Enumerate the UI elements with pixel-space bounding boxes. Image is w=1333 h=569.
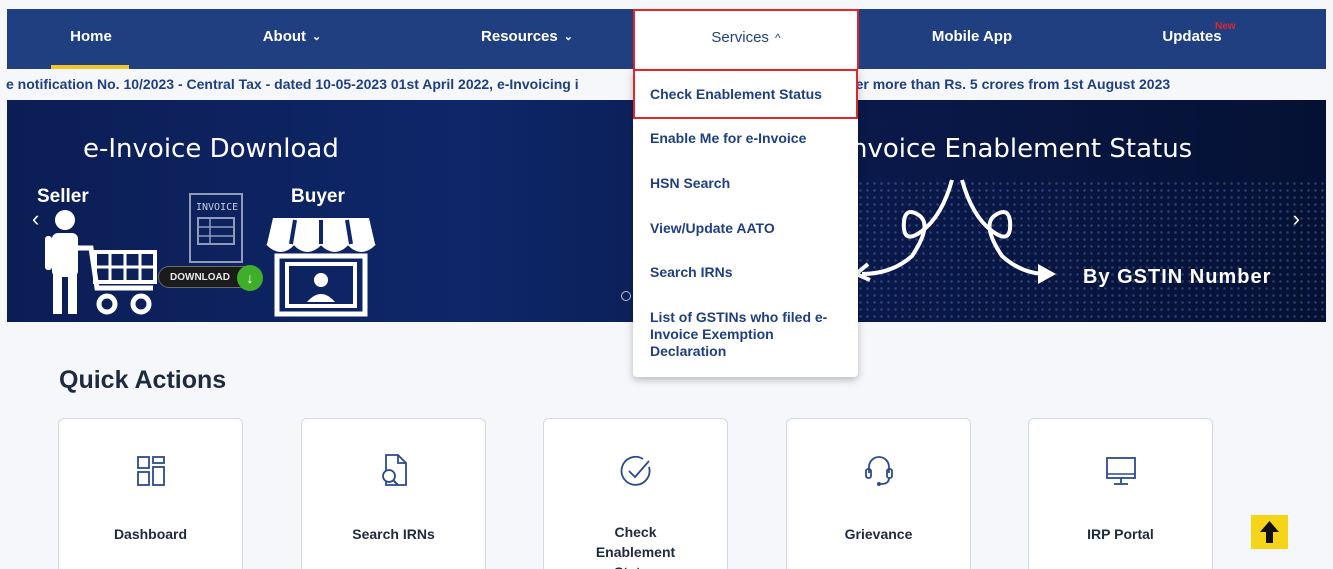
- banner-buyer-label: Buyer: [291, 186, 345, 207]
- chevron-down-icon: ⌄: [312, 31, 322, 44]
- menu-item-check-enablement-status[interactable]: Check Enablement Status: [650, 86, 846, 103]
- page: Home About ⌄ Resources ⌄ Mobile App Update…: [0, 0, 1333, 569]
- invoice-document-icon: INVOICE: [189, 193, 243, 263]
- quick-action-label: Search IRNs: [352, 526, 435, 542]
- branching-arrows-icon: [852, 179, 1056, 284]
- download-badge: DOWNLOAD ↓: [158, 265, 263, 291]
- seller-cart-icon: [45, 210, 157, 315]
- menu-item-gstin-exemption-list[interactable]: List of GSTINs who filed e-Invoice Exemp…: [650, 309, 840, 360]
- nav-home-label: Home: [70, 28, 112, 45]
- nav-about-label: About: [262, 28, 307, 45]
- banner-seller-label: Seller: [37, 186, 89, 207]
- document-search-icon: [382, 454, 407, 486]
- quick-action-check-enablement-status[interactable]: Check Enablement Status: [543, 418, 728, 569]
- quick-action-label: Check Enablement Status: [595, 524, 676, 569]
- download-label: DOWNLOAD: [170, 272, 230, 283]
- menu-item-hsn-search[interactable]: HSN Search: [650, 175, 846, 192]
- ticker-text: e notification No. 10/2023 - Central Tax…: [6, 76, 1171, 92]
- quick-action-label: Grievance: [844, 526, 913, 542]
- nav-services[interactable]: Services ^: [633, 9, 859, 69]
- services-dropdown-menu: Check Enablement Status Enable Me for e-…: [633, 69, 858, 377]
- menu-item-view-update-aato[interactable]: View/Update AATO: [650, 220, 846, 237]
- menu-item-search-irns[interactable]: Search IRNs: [650, 264, 846, 281]
- services-menu-item-highlighted[interactable]: Check Enablement Status: [633, 69, 858, 119]
- nav-resources-label: Resources: [481, 28, 558, 45]
- quick-action-irp-portal[interactable]: IRP Portal: [1028, 418, 1213, 569]
- nav-home[interactable]: Home: [7, 9, 175, 69]
- nav-resources[interactable]: Resources ⌄: [447, 9, 607, 69]
- download-icon: ↓: [237, 265, 263, 291]
- nav-about[interactable]: About ⌄: [217, 9, 367, 69]
- nav-mobile-app-label: Mobile App: [931, 28, 1013, 45]
- invoice-label: INVOICE: [196, 202, 238, 213]
- dashboard-icon: [137, 456, 165, 486]
- chevron-up-icon: ^: [774, 31, 781, 46]
- carousel-indicator-dot[interactable]: [621, 291, 631, 301]
- scroll-to-top-button[interactable]: [1251, 515, 1288, 549]
- buyer-shop-icon: [266, 218, 376, 317]
- nav-mobile-app[interactable]: Mobile App: [907, 9, 1037, 69]
- banner-title-left: e-Invoice Download: [83, 134, 339, 164]
- carousel-next-arrow-icon[interactable]: ›: [1293, 206, 1300, 232]
- quick-action-label: IRP Portal: [1087, 526, 1154, 542]
- banner-title-right: nvoice Enablement Status: [851, 134, 1193, 164]
- quick-action-label: Dashboard: [113, 526, 188, 542]
- quick-action-grievance[interactable]: Grievance: [786, 418, 971, 569]
- nav-services-label: Services: [711, 29, 769, 46]
- banner-gstin-label: By GSTIN Number: [1083, 266, 1272, 288]
- chevron-down-icon: ⌄: [563, 31, 573, 44]
- nav-updates-label: Updates: [1162, 28, 1222, 45]
- headset-icon: [865, 456, 893, 486]
- new-badge: New: [1215, 21, 1236, 32]
- quick-action-search-irns[interactable]: Search IRNs: [301, 418, 486, 569]
- arrow-up-icon: [1260, 521, 1279, 543]
- monitor-icon: [1106, 457, 1136, 485]
- carousel-prev-arrow-icon[interactable]: ‹: [32, 206, 39, 232]
- quick-actions-title: Quick Actions: [59, 366, 227, 394]
- menu-item-enable-me-for-e-invoice[interactable]: Enable Me for e-Invoice: [650, 130, 846, 147]
- quick-action-dashboard[interactable]: Dashboard: [58, 418, 243, 569]
- nav-updates[interactable]: Updates New: [1137, 9, 1247, 69]
- check-circle-icon: [620, 456, 651, 486]
